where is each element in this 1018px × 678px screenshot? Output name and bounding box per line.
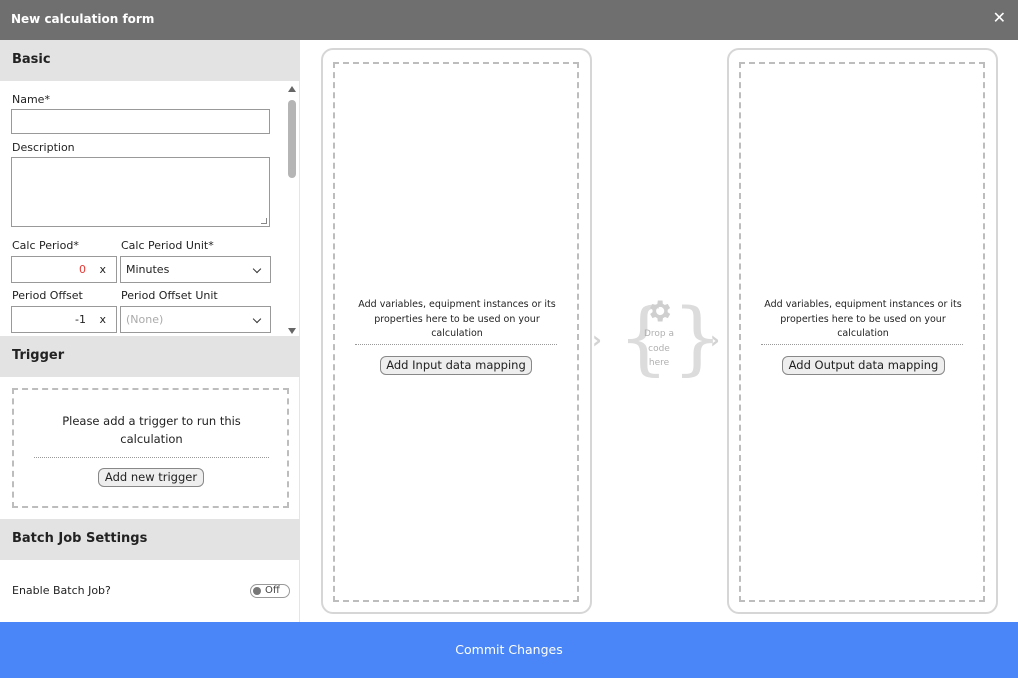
- calc-period-input[interactable]: 0 x: [11, 256, 117, 283]
- form-scrollbar[interactable]: [286, 84, 298, 336]
- section-basic-title: Basic: [12, 52, 51, 67]
- gear-icon: [650, 300, 671, 322]
- name-label: Name*: [12, 93, 50, 106]
- section-trigger-title: Trigger: [12, 348, 65, 363]
- calc-period-label: Calc Period*: [12, 239, 79, 252]
- output-mapping-drop-zone[interactable]: Add variables, equipment instances or it…: [739, 62, 985, 602]
- calc-period-unit-label: Calc Period Unit*: [121, 239, 214, 252]
- section-basic-header[interactable]: Basic: [0, 40, 300, 81]
- close-icon[interactable]: ✕: [993, 9, 1006, 27]
- add-input-mapping-button[interactable]: Add Input data mapping: [380, 356, 532, 375]
- code-drop-zone[interactable]: { } Drop a code here: [618, 295, 723, 385]
- divider: [761, 344, 963, 345]
- chevron-down-icon: [252, 314, 262, 324]
- commit-changes-label: Commit Changes: [455, 642, 563, 657]
- divider: [355, 344, 557, 345]
- chevron-down-icon: [252, 264, 262, 274]
- description-label: Description: [12, 141, 75, 154]
- dialog-titlebar: New calculation form ✕: [0, 0, 1018, 40]
- dialog-title: New calculation form: [11, 12, 155, 26]
- add-trigger-button[interactable]: Add new trigger: [98, 468, 204, 487]
- toggle-state: Off: [265, 585, 280, 596]
- commit-changes-button[interactable]: Commit Changes: [0, 622, 1018, 678]
- form-panel: Basic Name* Description Calc Period* 0 x…: [0, 40, 300, 622]
- period-offset-label: Period Offset: [12, 289, 83, 302]
- period-offset-input[interactable]: -1 x: [11, 306, 117, 333]
- name-input[interactable]: [11, 109, 270, 134]
- calc-period-unit-value: Minutes: [126, 263, 170, 276]
- scrollbar-thumb[interactable]: [288, 100, 296, 178]
- trigger-message: Please add a trigger to run this calcula…: [62, 414, 241, 446]
- calc-period-unit-select[interactable]: Minutes: [120, 256, 271, 283]
- scroll-up-icon[interactable]: [288, 86, 296, 92]
- section-batch-header[interactable]: Batch Job Settings: [0, 519, 300, 560]
- period-offset-unit-value: (None): [126, 313, 164, 326]
- calc-period-clear-button[interactable]: x: [99, 257, 106, 282]
- section-trigger-header[interactable]: Trigger: [0, 336, 300, 377]
- enable-batch-toggle[interactable]: Off: [250, 584, 290, 598]
- period-offset-clear-button[interactable]: x: [99, 307, 106, 332]
- scroll-down-icon[interactable]: [288, 328, 296, 334]
- output-mapping-card: Add variables, equipment instances or it…: [727, 48, 998, 614]
- add-output-mapping-button[interactable]: Add Output data mapping: [782, 356, 945, 375]
- resize-grip-icon[interactable]: [261, 218, 267, 224]
- toggle-knob: [253, 587, 261, 595]
- drop-code-text: Drop a code here: [643, 329, 675, 368]
- arrow-right-icon: ›: [592, 326, 602, 354]
- section-batch-title: Batch Job Settings: [12, 531, 148, 546]
- trigger-drop-zone: Please add a trigger to run this calcula…: [12, 388, 289, 508]
- input-mapping-card: Add variables, equipment instances or it…: [321, 48, 592, 614]
- divider: [34, 457, 269, 458]
- enable-batch-label: Enable Batch Job?: [12, 584, 111, 597]
- period-offset-unit-select[interactable]: (None): [120, 306, 271, 333]
- input-mapping-drop-zone[interactable]: Add variables, equipment instances or it…: [333, 62, 579, 602]
- period-offset-value: -1: [75, 313, 86, 326]
- description-textarea[interactable]: [11, 157, 270, 227]
- output-mapping-help: Add variables, equipment instances or it…: [764, 299, 962, 339]
- period-offset-unit-label: Period Offset Unit: [121, 289, 218, 302]
- calc-period-value: 0: [79, 263, 86, 276]
- input-mapping-help: Add variables, equipment instances or it…: [358, 299, 556, 339]
- arrow-right-icon: ›: [710, 326, 720, 354]
